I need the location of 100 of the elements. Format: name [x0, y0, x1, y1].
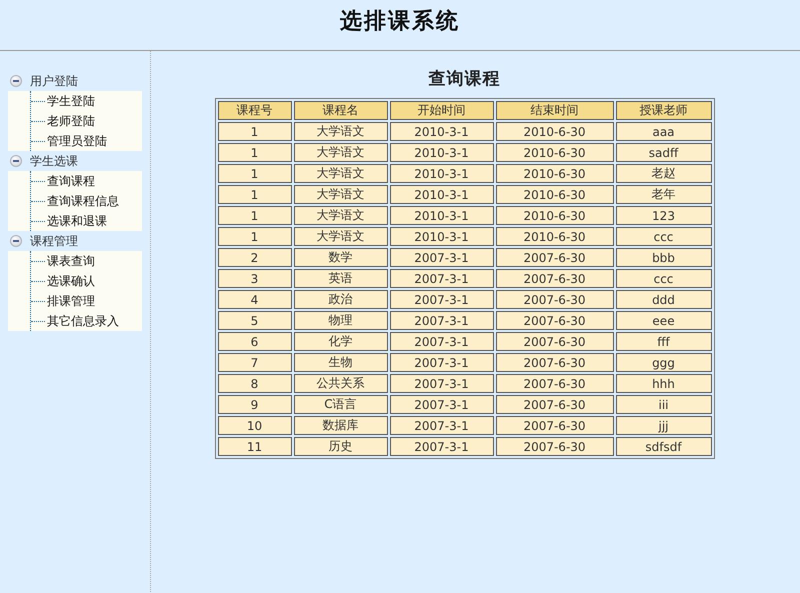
table-cell: 老赵: [616, 164, 712, 183]
table-cell: 2007-6-30: [496, 290, 614, 309]
table-cell: 大学语文: [294, 206, 388, 225]
table-cell: 物理: [294, 311, 388, 330]
menu-group[interactable]: 课程管理: [0, 231, 150, 251]
table-cell: 2007-6-30: [496, 248, 614, 267]
table-cell: 政治: [294, 290, 388, 309]
table-cell: 2010-3-1: [390, 164, 494, 183]
table-cell: 1: [218, 164, 292, 183]
table-cell: 2010-3-1: [390, 206, 494, 225]
table-cell: 6: [218, 332, 292, 351]
table-cell: sdfsdf: [616, 437, 712, 456]
table-cell: 7: [218, 353, 292, 372]
column-header: 授课老师: [616, 101, 712, 120]
table-cell: 2010-3-1: [390, 122, 494, 141]
table-cell: ccc: [616, 227, 712, 246]
table-cell: 2007-6-30: [496, 311, 614, 330]
table-cell: iii: [616, 395, 712, 414]
table-cell: 生物: [294, 353, 388, 372]
menu-link[interactable]: 选课确认: [47, 272, 95, 290]
table-cell: 1: [218, 185, 292, 204]
table-cell: 4: [218, 290, 292, 309]
table-cell: bbb: [616, 248, 712, 267]
table-cell: 公共关系: [294, 374, 388, 393]
table-cell: 2007-3-1: [390, 395, 494, 414]
table-cell: 2007-3-1: [390, 269, 494, 288]
table-cell: sadff: [616, 143, 712, 162]
table-cell: 2007-3-1: [390, 311, 494, 330]
table-cell: ccc: [616, 269, 712, 288]
menu-group[interactable]: 学生选课: [0, 151, 150, 171]
table-cell: 2007-6-30: [496, 395, 614, 414]
table-cell: 大学语文: [294, 185, 388, 204]
collapse-icon[interactable]: [10, 155, 22, 167]
table-cell: 2010-6-30: [496, 185, 614, 204]
table-cell: 英语: [294, 269, 388, 288]
table-cell: 化学: [294, 332, 388, 351]
table-cell: 2010-6-30: [496, 122, 614, 141]
collapse-icon[interactable]: [10, 75, 22, 87]
menu-group-label[interactable]: 用户登陆: [30, 72, 78, 90]
table-cell: 2007-6-30: [496, 353, 614, 372]
table-cell: 大学语文: [294, 227, 388, 246]
menu-link[interactable]: 课表查询: [47, 252, 95, 270]
menu-link[interactable]: 老师登陆: [47, 112, 95, 130]
table-cell: 2010-3-1: [390, 185, 494, 204]
table-cell: 2010-6-30: [496, 227, 614, 246]
table-cell: 9: [218, 395, 292, 414]
menu-link[interactable]: 查询课程信息: [47, 192, 119, 210]
table-cell: 2007-6-30: [496, 269, 614, 288]
menu-link[interactable]: 管理员登陆: [47, 132, 107, 150]
table-cell: eee: [616, 311, 712, 330]
menu-link[interactable]: 其它信息录入: [47, 312, 119, 330]
menu-link[interactable]: 选课和退课: [47, 212, 107, 230]
page-title: 选排课系统: [340, 7, 460, 36]
section-title: 查询课程: [428, 68, 500, 90]
table-cell: 大学语文: [294, 164, 388, 183]
table-cell: 3: [218, 269, 292, 288]
table-cell: 2010-6-30: [496, 206, 614, 225]
table-cell: 数学: [294, 248, 388, 267]
table-cell: 2007-3-1: [390, 374, 494, 393]
table-cell: 1: [218, 206, 292, 225]
table-cell: fff: [616, 332, 712, 351]
table-cell: 2007-3-1: [390, 437, 494, 456]
menu-link[interactable]: 学生登陆: [47, 92, 95, 110]
table-cell: 大学语文: [294, 143, 388, 162]
table-cell: 2010-6-30: [496, 164, 614, 183]
table-cell: ddd: [616, 290, 712, 309]
menu-group-label[interactable]: 学生选课: [30, 152, 78, 170]
table-cell: C语言: [294, 395, 388, 414]
table-cell: 历史: [294, 437, 388, 456]
column-header: 开始时间: [390, 101, 494, 120]
collapse-icon[interactable]: [10, 235, 22, 247]
table-cell: 2007-6-30: [496, 416, 614, 435]
table-cell: 1: [218, 227, 292, 246]
table-cell: jjj: [616, 416, 712, 435]
table-cell: aaa: [616, 122, 712, 141]
table-cell: 2007-3-1: [390, 353, 494, 372]
table-cell: 2010-6-30: [496, 143, 614, 162]
column-header: 课程号: [218, 101, 292, 120]
menu-link[interactable]: 排课管理: [47, 292, 95, 310]
menu-link[interactable]: 查询课程: [47, 172, 95, 190]
table-cell: 2007-3-1: [390, 332, 494, 351]
column-header: 课程名: [294, 101, 388, 120]
table-cell: 1: [218, 143, 292, 162]
table-cell: 数据库: [294, 416, 388, 435]
table-cell: 2007-6-30: [496, 332, 614, 351]
column-header: 结束时间: [496, 101, 614, 120]
table-cell: 5: [218, 311, 292, 330]
table-cell: 11: [218, 437, 292, 456]
menu-group-label[interactable]: 课程管理: [30, 232, 78, 250]
table-cell: 2: [218, 248, 292, 267]
table-cell: 2007-3-1: [390, 416, 494, 435]
table-cell: 2010-3-1: [390, 227, 494, 246]
table-cell: 大学语文: [294, 122, 388, 141]
table-cell: 10: [218, 416, 292, 435]
table-cell: 1: [218, 122, 292, 141]
table-cell: 2007-6-30: [496, 437, 614, 456]
table-cell: hhh: [616, 374, 712, 393]
menu-group[interactable]: 用户登陆: [0, 71, 150, 91]
table-cell: 2007-3-1: [390, 248, 494, 267]
table-cell: 8: [218, 374, 292, 393]
